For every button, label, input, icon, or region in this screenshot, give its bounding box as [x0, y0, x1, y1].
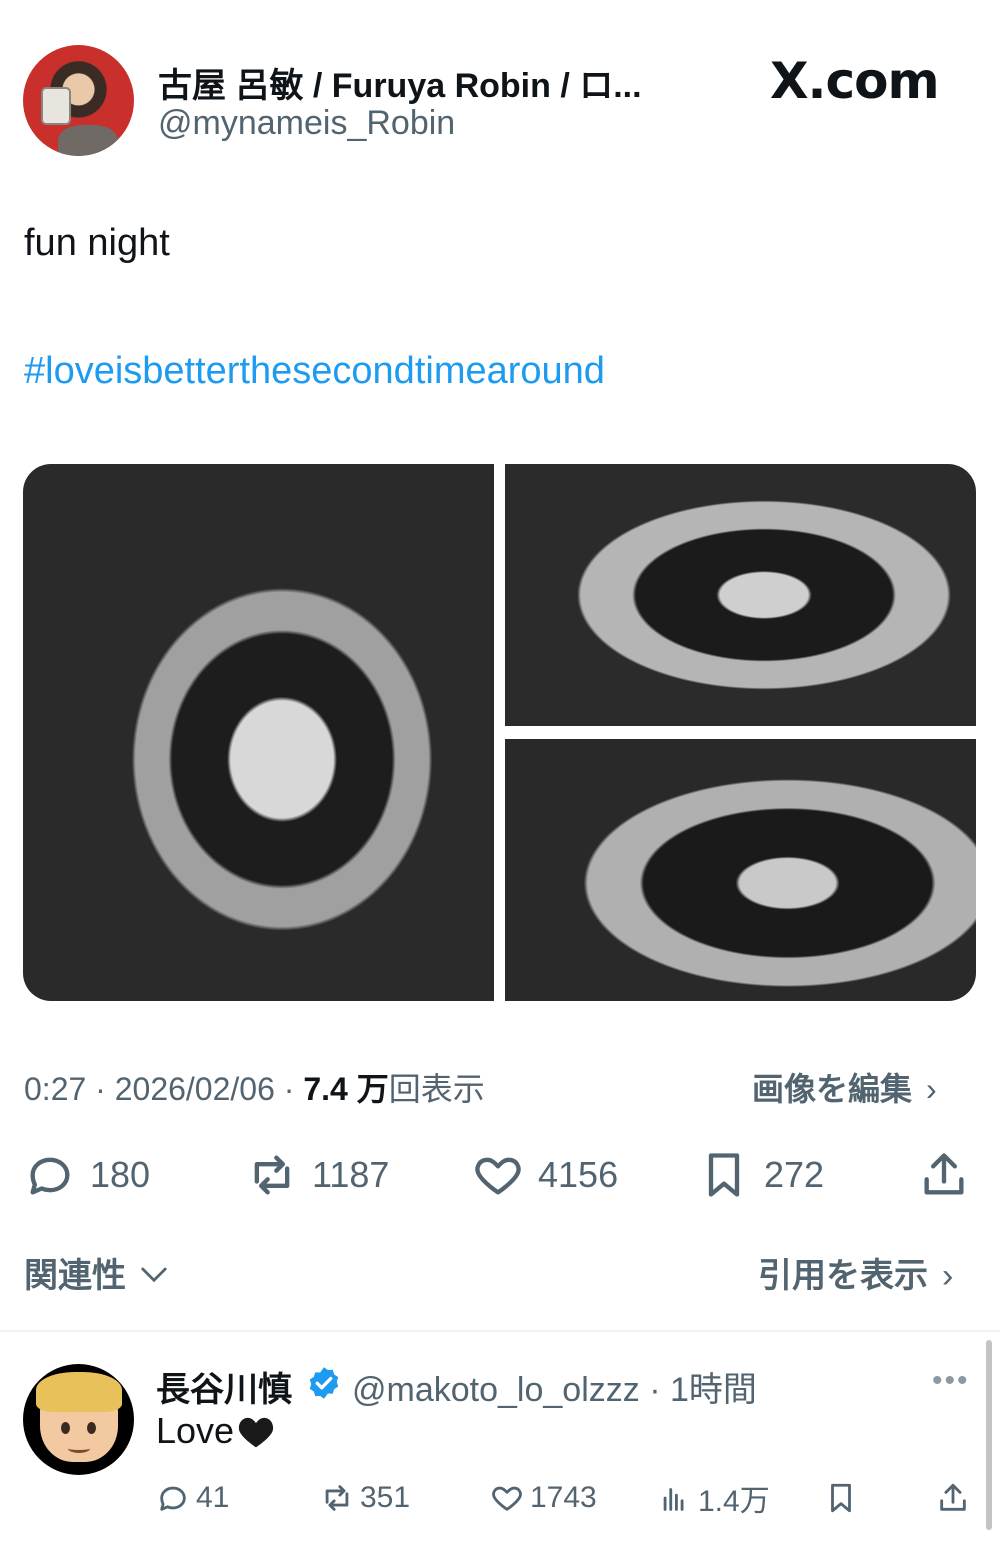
bookmark-count: 272	[764, 1154, 825, 1195]
reply-count: 180	[90, 1154, 151, 1195]
reply-text: Love	[156, 1410, 276, 1452]
reply-retweet-count: 351	[360, 1481, 411, 1514]
photo-1[interactable]	[23, 464, 494, 1001]
reply-bookmark-button[interactable]	[824, 1478, 864, 1518]
reply-author-avatar[interactable]	[23, 1364, 134, 1475]
like-button[interactable]: 4156	[472, 1145, 618, 1205]
bookmark-button[interactable]: 272	[698, 1145, 824, 1205]
reply-like-count: 1743	[530, 1481, 597, 1514]
reply-text-content: Love	[156, 1410, 235, 1451]
analytics-icon	[663, 1488, 684, 1511]
reply-icon	[160, 1486, 186, 1511]
chevron-right-icon: ›	[926, 1071, 937, 1107]
hashtag-link[interactable]: #loveisbetterthesecondtimearound	[24, 350, 605, 393]
share-button[interactable]	[918, 1145, 984, 1205]
heart-icon	[475, 1157, 521, 1195]
reply-author-name[interactable]: 長谷川慎	[156, 1362, 292, 1411]
reply-reply-button[interactable]: 41	[156, 1478, 229, 1518]
view-label: 回表示	[388, 1071, 485, 1107]
action-bar: 180 1187 4156 272	[0, 1145, 1000, 1205]
view-quotes-link[interactable]: 引用を表示 ›	[758, 1248, 953, 1297]
relevance-label: 関連性	[24, 1257, 126, 1295]
author-handle[interactable]: @mynameis_Robin	[158, 104, 455, 143]
reply-like-button[interactable]: 1743	[490, 1478, 597, 1518]
verified-badge-icon	[309, 1367, 339, 1399]
heart-icon	[492, 1486, 522, 1511]
divider	[0, 1330, 1000, 1332]
reply-view-count: 1.4万	[698, 1485, 770, 1518]
retweet-count: 1187	[312, 1154, 390, 1195]
reply-icon	[30, 1157, 70, 1195]
x-logo: X.com	[770, 52, 940, 110]
reply-action-bar: 41 351 1743 1.4万	[0, 1478, 1000, 1518]
photo-3[interactable]	[505, 739, 976, 1001]
view-quotes-label: 引用を表示	[758, 1257, 928, 1295]
more-options-icon[interactable]: •••	[932, 1364, 970, 1398]
reply-retweet-button[interactable]: 351	[320, 1478, 410, 1518]
retweet-icon	[254, 1155, 290, 1195]
view-count: 7.4 万	[303, 1071, 389, 1107]
tweet-meta: 0:27 · 2026/02/06 · 7.4 万回表示	[24, 1064, 485, 1110]
timestamp[interactable]: 0:27 · 2026/02/06 ·	[24, 1071, 303, 1107]
reply-share-button[interactable]	[936, 1478, 976, 1518]
tweet-text: fun night	[24, 222, 170, 264]
reply-author-handle[interactable]: @makoto_lo_olzzz · 1時間	[352, 1362, 757, 1411]
black-heart-icon	[238, 1417, 274, 1448]
author-display-name[interactable]: 古屋 呂敏 / Furuya Robin / ロ...	[158, 58, 678, 107]
camera-icon	[41, 87, 71, 125]
retweet-icon	[325, 1485, 349, 1511]
bookmark-icon	[831, 1483, 851, 1513]
chevron-down-icon	[141, 1267, 168, 1283]
scrollbar[interactable]	[986, 1340, 992, 1530]
share-icon	[924, 1153, 964, 1195]
edit-image-label: 画像を編集	[752, 1071, 913, 1107]
reply-button[interactable]: 180	[24, 1145, 150, 1205]
share-icon	[940, 1483, 966, 1511]
like-count: 4156	[538, 1154, 619, 1195]
author-avatar[interactable]	[23, 45, 134, 156]
bookmark-icon	[708, 1153, 740, 1197]
photo-2[interactable]	[505, 464, 976, 726]
reply-views-button[interactable]: 1.4万	[658, 1478, 770, 1518]
tweet-header: 古屋 呂敏 / Furuya Robin / ロ... @mynameis_Ro…	[0, 0, 1000, 170]
relevance-sort-button[interactable]: 関連性	[24, 1248, 169, 1297]
edit-image-button[interactable]: 画像を編集 ›	[752, 1064, 937, 1110]
retweet-button[interactable]: 1187	[246, 1145, 389, 1205]
reply-reply-count: 41	[196, 1481, 230, 1514]
media-grid	[23, 464, 976, 1001]
chevron-right-icon: ›	[942, 1257, 954, 1295]
